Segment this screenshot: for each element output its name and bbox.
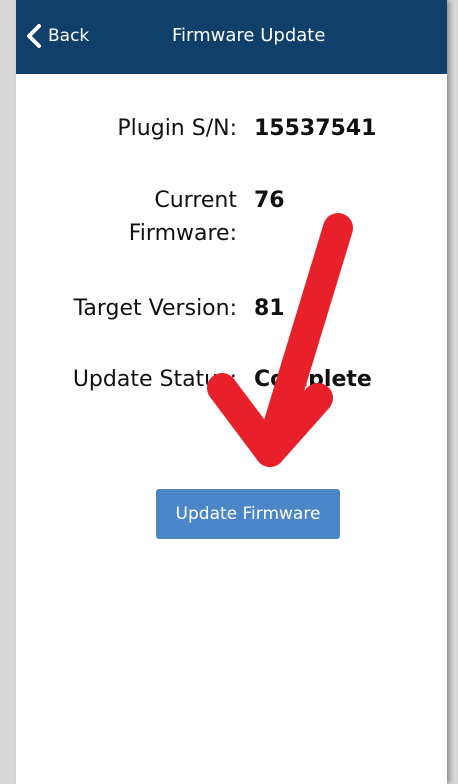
- nav-bar: Back Firmware Update: [16, 0, 447, 74]
- back-label: Back: [48, 26, 90, 46]
- serial-row: Plugin S/N: 15537541: [16, 112, 447, 145]
- serial-label: Plugin S/N:: [117, 116, 237, 141]
- page-title: Firmware Update: [172, 25, 326, 46]
- app-screen: Back Firmware Update Plugin S/N: 1553754…: [16, 0, 447, 784]
- target-version-value: 81: [254, 296, 285, 321]
- back-button[interactable]: Back: [26, 18, 89, 54]
- current-firmware-value: 76: [254, 188, 285, 213]
- update-firmware-button[interactable]: Update Firmware: [156, 489, 340, 539]
- current-firmware-row: Current Firmware: 76: [16, 184, 447, 250]
- update-status-label: Update Status:: [72, 367, 237, 392]
- current-firmware-label-line1: Current: [154, 188, 237, 213]
- target-version-label: Target Version:: [73, 296, 237, 321]
- update-status-row: Update Status: Complete: [16, 363, 447, 396]
- current-firmware-label: Current Firmware:: [129, 184, 237, 250]
- update-status-value: Complete: [254, 367, 372, 392]
- serial-value: 15537541: [254, 116, 377, 141]
- current-firmware-label-line2: Firmware:: [128, 221, 237, 246]
- chevron-left-icon: [27, 24, 41, 48]
- target-version-row: Target Version: 81: [16, 292, 447, 325]
